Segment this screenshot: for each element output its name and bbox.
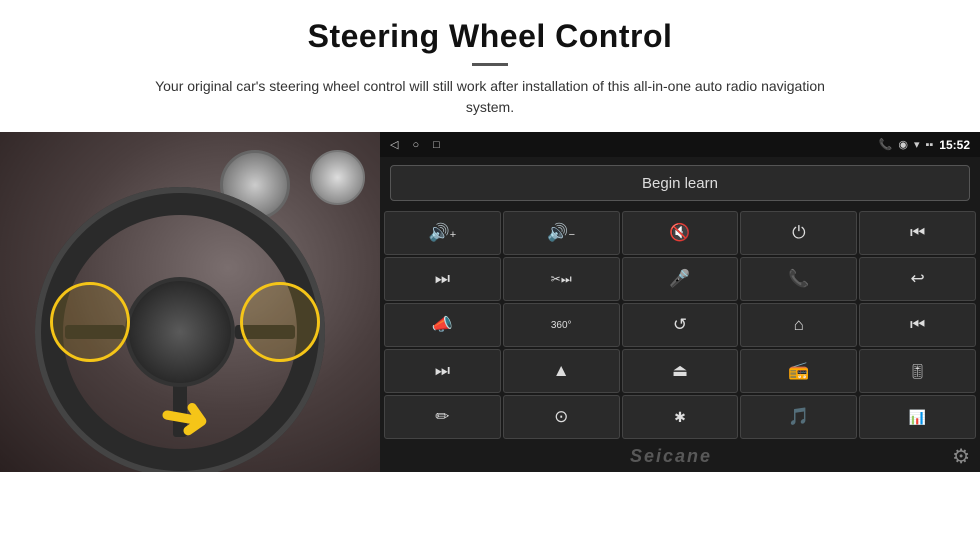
wifi-status-icon: ▾ [914, 138, 920, 151]
radio-icon: 📻 [788, 361, 809, 381]
begin-learn-row: Begin learn [380, 157, 980, 209]
vol-up-button[interactable]: 🔊+ [384, 211, 501, 255]
mic-button[interactable]: 🎤 [622, 257, 739, 301]
settings2-icon: ⊙ [554, 407, 568, 427]
highlight-right [240, 282, 320, 362]
clock: 15:52 [939, 138, 970, 152]
eq-icon: 🎚 [909, 363, 927, 380]
title-divider [472, 63, 508, 66]
source-button[interactable]: ⏏ [622, 349, 739, 393]
prev-icon: ⏮ [910, 223, 925, 243]
nav-button[interactable]: ▲ [503, 349, 620, 393]
rew-button[interactable]: ⏮ [859, 303, 976, 347]
back-button[interactable]: ↺ [622, 303, 739, 347]
call-icon: 📞 [788, 269, 809, 289]
ff-button[interactable]: ⏭ [384, 349, 501, 393]
rew-icon: ⏮ [910, 315, 925, 335]
next-button[interactable]: ⏭ [384, 257, 501, 301]
gauge-right [310, 150, 365, 205]
vol-down-icon: 🔊− [547, 223, 575, 243]
sw-hub [125, 277, 235, 387]
eq-button[interactable]: 🎚 [859, 349, 976, 393]
skip-icon: ✂⏭ [551, 272, 572, 287]
bluetooth-icon: ✱ [674, 409, 686, 426]
seicane-watermark: Seicane [390, 446, 952, 467]
draw-icon: ✏ [435, 407, 449, 427]
draw-button[interactable]: ✏ [384, 395, 501, 439]
vol-down-button[interactable]: 🔊− [503, 211, 620, 255]
content-row: ➜ ◁ ○ □ 📞 ◉ ▾ ▪▪ 15:52 [0, 132, 980, 472]
subtitle-text: Your original car's steering wheel contr… [150, 76, 830, 118]
radio-button[interactable]: 📻 [740, 349, 857, 393]
highlight-left [50, 282, 130, 362]
signal-status-icon: ▪▪ [925, 139, 933, 151]
360-icon: 360° [551, 320, 572, 331]
nav-icon: ▲ [553, 361, 570, 381]
settings2-button[interactable]: ⊙ [503, 395, 620, 439]
power-icon: ⏻ [792, 223, 805, 243]
home-nav-icon[interactable]: ○ [412, 139, 419, 151]
home-button[interactable]: ⌂ [740, 303, 857, 347]
back-nav-icon[interactable]: ◁ [390, 138, 398, 151]
control-grid: 🔊+ 🔊− 🔇 ⏻ ⏮ ⏭ ✂⏭ 🎤 📞 ↩ 📣 360° ↺ ⌂ ⏮ ⏭ [380, 209, 980, 441]
speaker-button[interactable]: 📣 [384, 303, 501, 347]
back-icon: ↺ [673, 315, 687, 335]
android-screen: ◁ ○ □ 📞 ◉ ▾ ▪▪ 15:52 Begin learn [380, 132, 980, 472]
page-title: Steering Wheel Control [0, 18, 980, 55]
ff-icon: ⏭ [435, 361, 450, 381]
mute-icon: 🔇 [669, 223, 690, 243]
hangup-button[interactable]: ↩ [859, 257, 976, 301]
screen-footer: Seicane ⚙ [380, 441, 980, 472]
status-right: 📞 ◉ ▾ ▪▪ 15:52 [879, 138, 970, 152]
music-button[interactable]: 🎵 [740, 395, 857, 439]
prev-button[interactable]: ⏮ [859, 211, 976, 255]
vol-up-icon: 🔊+ [429, 223, 457, 243]
speaker-icon: 📣 [432, 315, 453, 335]
phone-status-icon: 📞 [879, 138, 893, 151]
recents-nav-icon[interactable]: □ [433, 139, 440, 151]
power-button[interactable]: ⏻ [740, 211, 857, 255]
status-bar: ◁ ○ □ 📞 ◉ ▾ ▪▪ 15:52 [380, 132, 980, 157]
spectrum-button[interactable]: 📊 [859, 395, 976, 439]
location-status-icon: ◉ [898, 138, 908, 151]
music-icon: 🎵 [788, 407, 809, 427]
begin-learn-button[interactable]: Begin learn [390, 165, 970, 201]
status-left: ◁ ○ □ [390, 138, 440, 151]
source-icon: ⏏ [672, 361, 688, 381]
mic-icon: 🎤 [669, 269, 690, 289]
360-button[interactable]: 360° [503, 303, 620, 347]
skip-button[interactable]: ✂⏭ [503, 257, 620, 301]
steering-wheel-image: ➜ [0, 132, 380, 472]
title-section: Steering Wheel Control Your original car… [0, 18, 980, 118]
begin-learn-label: Begin learn [642, 175, 718, 192]
hangup-icon: ↩ [910, 269, 924, 289]
spectrum-icon: 📊 [909, 409, 926, 426]
home-icon: ⌂ [794, 315, 804, 335]
bluetooth-button[interactable]: ✱ [622, 395, 739, 439]
mute-button[interactable]: 🔇 [622, 211, 739, 255]
gear-icon[interactable]: ⚙ [952, 444, 970, 469]
call-button[interactable]: 📞 [740, 257, 857, 301]
next-icon: ⏭ [435, 269, 450, 289]
